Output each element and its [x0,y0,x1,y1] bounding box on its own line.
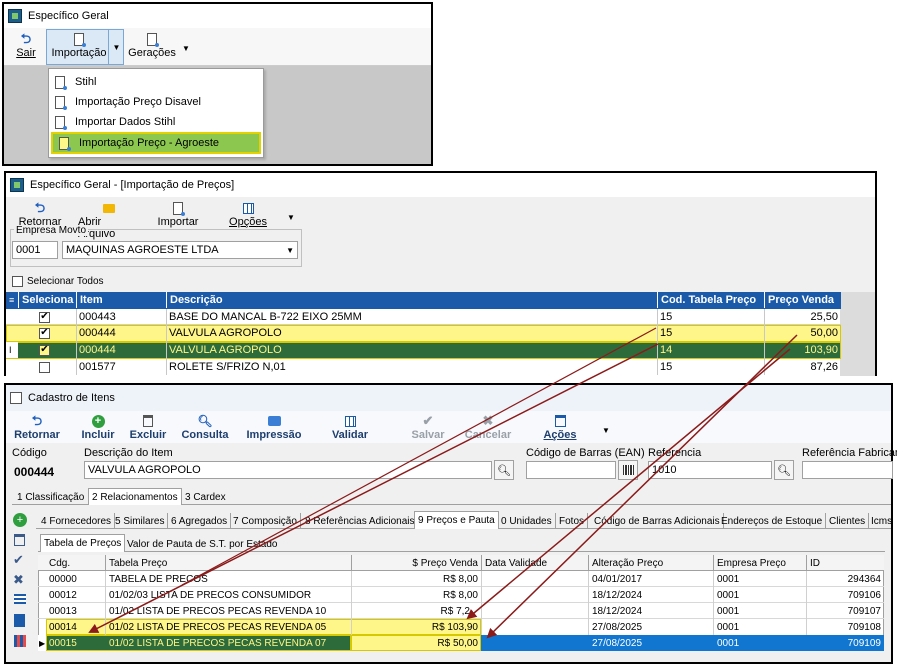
arrow-cod14-to-row00014 [88,343,659,633]
arrow-cod15-to-row00015 [181,327,657,586]
annotation-arrows [88,327,798,639]
arrow-preco50-to-row00015 [486,334,798,639]
